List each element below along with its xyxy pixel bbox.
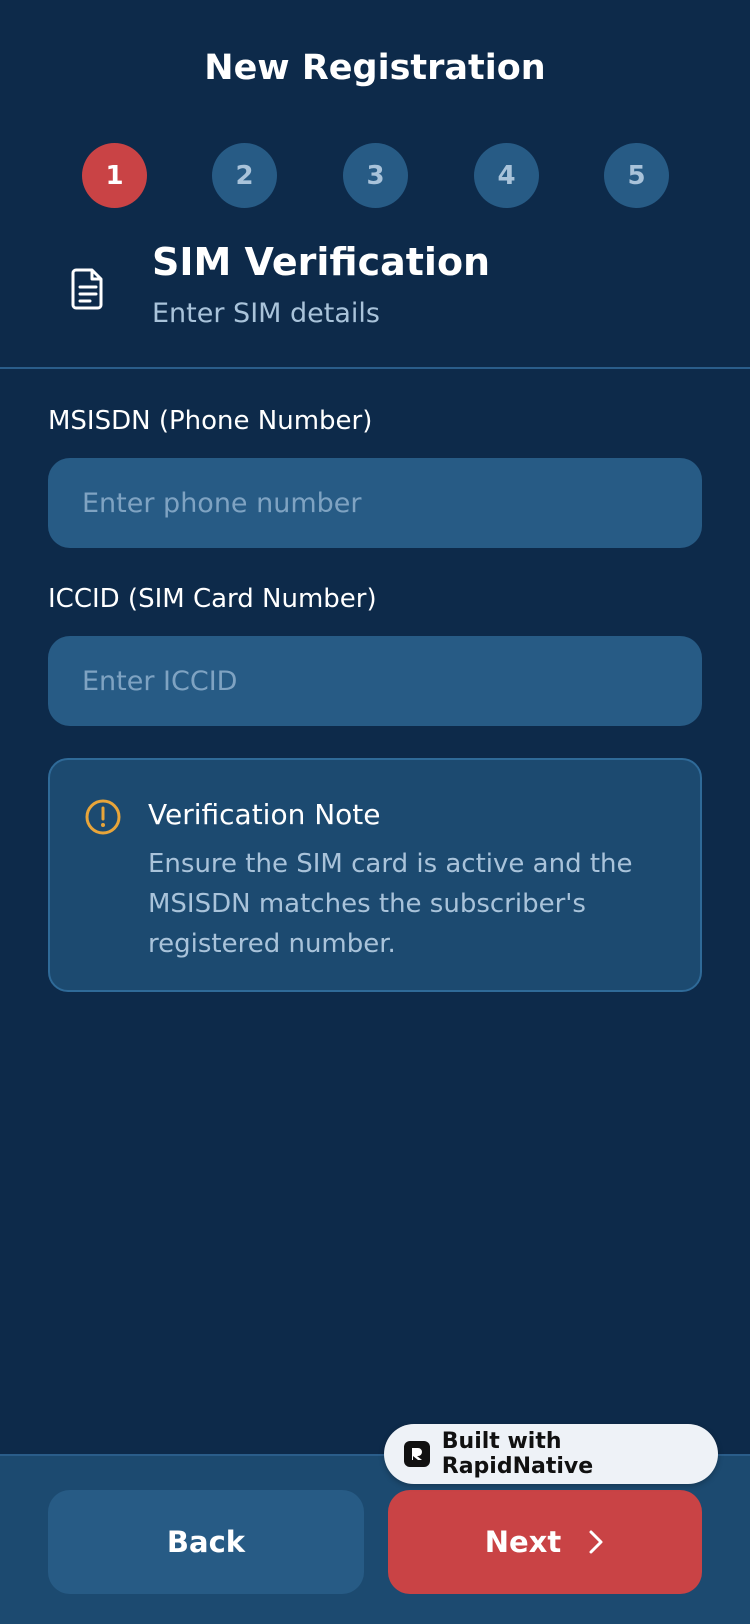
note-title: Verification Note	[148, 798, 381, 831]
iccid-input[interactable]	[48, 636, 702, 726]
back-button[interactable]: Back	[48, 1490, 364, 1594]
msisdn-input[interactable]	[48, 458, 702, 548]
next-button-label: Next	[484, 1525, 562, 1559]
registration-screen: New Registration 1 2 3 4 5 SIM Verificat…	[0, 0, 750, 1624]
page-title: New Registration	[204, 48, 546, 88]
rapidnative-logo-icon	[404, 1441, 430, 1467]
note-body: Ensure the SIM card is active and the MS…	[148, 849, 633, 959]
iccid-label: ICCID (SIM Card Number)	[48, 584, 377, 614]
badge-label: Built with RapidNative	[441, 1429, 594, 1479]
step-1[interactable]: 1	[82, 143, 147, 208]
stepper: 1 2 3 4 5	[0, 143, 750, 209]
warning-circle-icon	[85, 799, 121, 835]
step-3[interactable]: 3	[343, 143, 408, 208]
step-5[interactable]: 5	[604, 143, 669, 208]
back-button-label: Back	[166, 1525, 246, 1559]
document-icon	[71, 268, 103, 310]
step-4[interactable]: 4	[474, 143, 539, 208]
msisdn-label: MSISDN (Phone Number)	[48, 406, 373, 436]
section-header: SIM Verification Enter SIM details	[0, 240, 750, 350]
divider	[0, 367, 750, 369]
verification-note: Verification Note Ensure the SIM card is…	[48, 758, 702, 992]
built-with-badge[interactable]: Built with RapidNative	[384, 1424, 718, 1484]
next-button[interactable]: Next	[388, 1490, 702, 1594]
chevron-right-icon	[589, 1530, 603, 1554]
section-title: SIM Verification	[152, 240, 491, 284]
step-2[interactable]: 2	[212, 143, 277, 208]
section-subtitle: Enter SIM details	[152, 298, 380, 329]
